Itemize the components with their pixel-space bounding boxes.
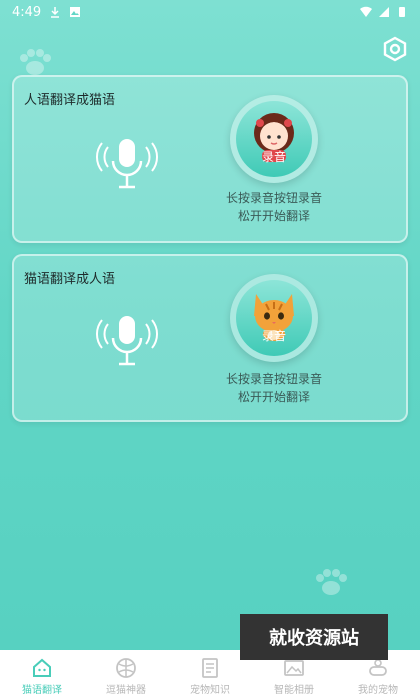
record-label: 录音 (261, 150, 286, 164)
tab-label: 我的宠物 (358, 685, 398, 696)
human-to-cat-card: 人语翻译成猫语 录音 长按录音按钮录音 松开开始翻译 (12, 75, 408, 243)
battery-icon (399, 7, 405, 17)
hexagon-settings-icon (383, 36, 407, 62)
record-label: 录音 (261, 329, 286, 343)
wifi-icon (360, 6, 372, 17)
card-title: 人语翻译成猫语 (24, 93, 116, 108)
tab-label: 智能相册 (274, 685, 314, 696)
cat-home-icon (33, 658, 51, 677)
signal-icon (379, 7, 389, 17)
tab-cat-translate[interactable]: 猫语翻译 (0, 650, 84, 700)
paw-decoration-icon (20, 49, 51, 75)
cat-avatar-icon (254, 294, 294, 341)
paw-decoration-icon (316, 569, 347, 595)
status-bar: 4:49 (0, 0, 420, 24)
settings-button[interactable] (382, 36, 408, 62)
hint-line-2: 松开开始翻译 (237, 390, 310, 404)
tab-cat-teaser[interactable]: 逗猫神器 (84, 650, 168, 700)
download-icon (51, 7, 60, 18)
image-icon (70, 7, 81, 17)
record-hint: 长按录音按钮录音 松开开始翻译 (204, 370, 344, 406)
record-button-cat[interactable]: 录音 (230, 274, 318, 362)
microphone-icon (95, 139, 159, 189)
ball-icon (116, 658, 136, 678)
record-hint: 长按录音按钮录音 松开开始翻译 (204, 189, 344, 225)
hint-line-1: 长按录音按钮录音 (225, 372, 322, 386)
tab-label: 逗猫神器 (106, 685, 146, 696)
document-icon (202, 658, 218, 678)
photo-icon (284, 660, 304, 676)
cat-to-human-card: 猫语翻译成人语 录音 长按录音按钮录音 松开开始翻译 (12, 254, 408, 422)
microphone-icon (95, 316, 159, 366)
hint-line-2: 松开开始翻译 (237, 209, 310, 223)
pet-icon (369, 659, 387, 676)
status-time: 4:49 (12, 4, 42, 20)
tab-label: 宠物知识 (190, 685, 230, 696)
card-title: 猫语翻译成人语 (24, 272, 116, 287)
record-button-human[interactable]: 录音 (230, 95, 318, 183)
tab-label: 猫语翻译 (22, 685, 62, 696)
watermark: 就收资源站 (240, 614, 388, 660)
hint-line-1: 长按录音按钮录音 (225, 191, 322, 205)
girl-avatar-icon (254, 113, 294, 162)
